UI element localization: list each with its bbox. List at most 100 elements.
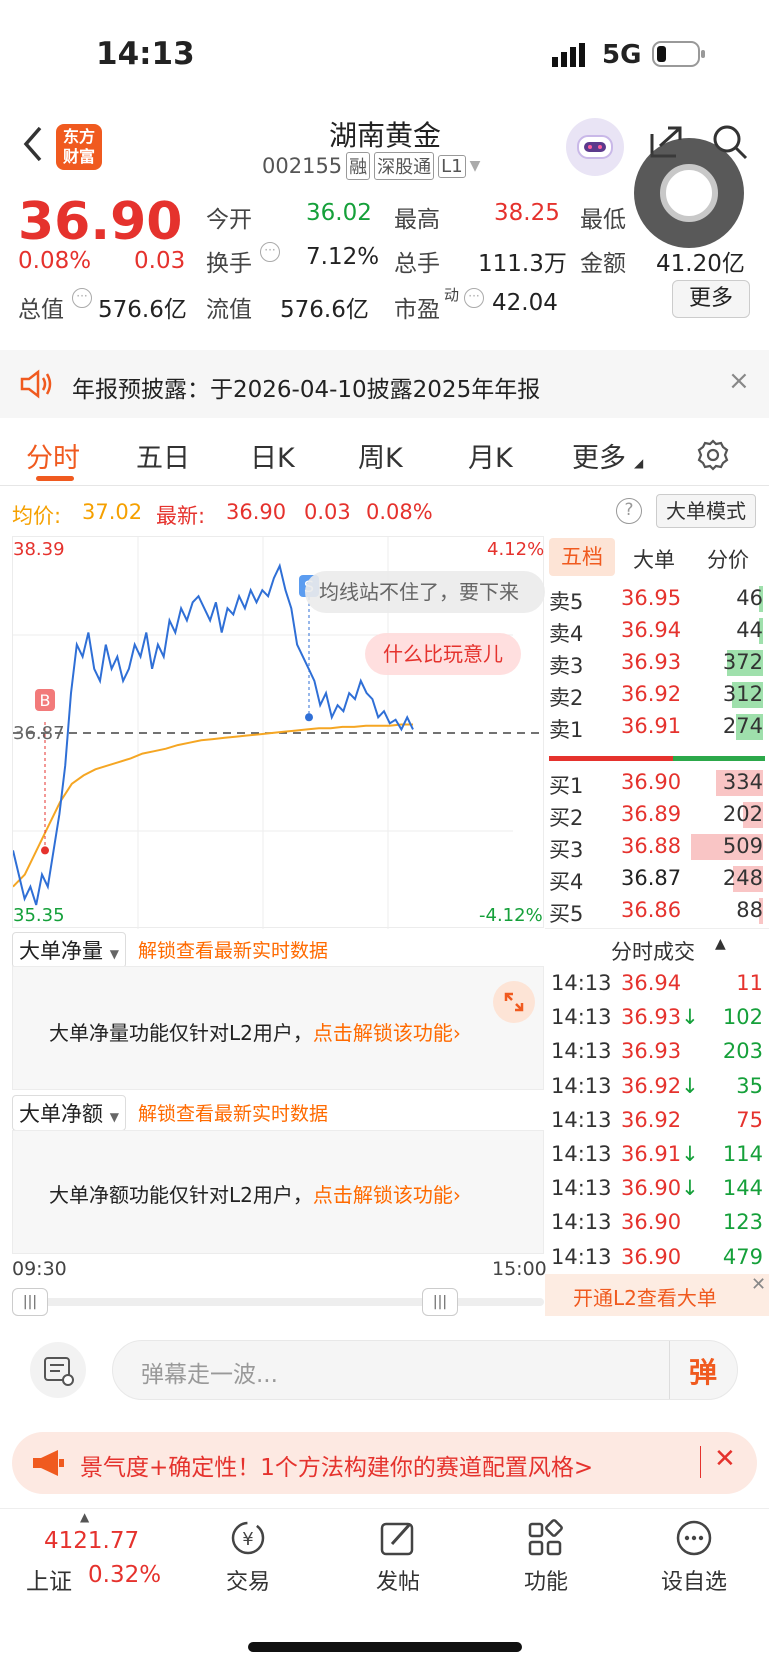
info-icon[interactable]: ··· xyxy=(464,288,484,308)
notice-bar[interactable]: 年报预披露：于2026-04-10披露2025年年报 × xyxy=(0,350,769,418)
chart-tabs: 分时 五日 日K 周K 月K 更多 ◢ xyxy=(0,420,769,486)
level-tag: L1 xyxy=(438,154,466,178)
caret-up-icon[interactable]: ▲ xyxy=(715,936,726,952)
bid-row: 买2 36.89 202 xyxy=(545,800,769,830)
robot-assistant-icon[interactable] xyxy=(566,118,624,176)
tab-weekly-k[interactable]: 周K xyxy=(358,436,403,475)
avg-label: 均价: xyxy=(12,504,62,528)
nav-watchlist[interactable]: 设自选 xyxy=(644,1518,744,1596)
latest-change: 0.03 xyxy=(304,500,351,524)
tick-row: 14:13 36.94 11 xyxy=(545,968,769,1000)
down-arrow-icon: ↓ xyxy=(681,1142,699,1166)
nav-functions[interactable]: 功能 xyxy=(496,1518,596,1596)
speaker-icon xyxy=(18,368,54,400)
ad-banner[interactable]: 景气度+确定性！1个方法构建你的赛道配置风格> ✕ xyxy=(12,1432,757,1494)
tab-daily-k[interactable]: 日K xyxy=(250,436,295,475)
help-icon[interactable]: ? xyxy=(616,498,642,524)
caret-up-icon[interactable]: ▲ xyxy=(80,1510,89,1524)
info-icon[interactable]: ··· xyxy=(72,288,92,308)
level-label: 买1 xyxy=(549,774,584,798)
y-ref-label: 36.87 xyxy=(13,723,65,744)
turnover-value: 7.12% xyxy=(306,244,380,270)
tick-row: 14:13 36.91↓ 114 xyxy=(545,1139,769,1171)
close-icon[interactable]: ✕ xyxy=(714,1444,736,1474)
gear-icon[interactable] xyxy=(696,438,730,472)
lock-message: 大单净额功能仅针对L2用户， xyxy=(49,1183,313,1207)
float-value: 576.6亿 xyxy=(280,297,369,323)
tab-five-day[interactable]: 五日 xyxy=(136,436,190,475)
note-icon[interactable] xyxy=(30,1342,86,1398)
down-arrow-icon: ↓ xyxy=(681,1176,699,1201)
tab-big-order[interactable]: 大单 xyxy=(633,544,675,574)
level-volume: 372 xyxy=(722,650,763,674)
buy-marker-dot xyxy=(41,846,49,855)
latest-label: 最新: xyxy=(156,504,206,528)
send-danmaku-button[interactable]: 弹 xyxy=(689,1351,717,1391)
close-icon[interactable]: × xyxy=(728,366,750,396)
caret-icon: ◢ xyxy=(634,456,644,470)
tick-volume: 144 xyxy=(722,1176,763,1201)
level-volume: 312 xyxy=(722,682,763,706)
tab-monthly-k[interactable]: 月K xyxy=(468,436,513,475)
ticks-title[interactable]: 分时成交 xyxy=(611,936,695,966)
unlock-link[interactable]: 解锁查看最新实时数据 xyxy=(138,1099,328,1126)
turnover-label: 换手 xyxy=(206,251,252,277)
tick-volume: 479 xyxy=(722,1244,763,1269)
big-order-mode-button[interactable]: 大单模式 xyxy=(656,494,756,528)
unlock-action[interactable]: 点击解锁该功能› xyxy=(313,1021,461,1045)
tab-five-level[interactable]: 五档 xyxy=(549,538,615,576)
amount-value: 41.20亿 xyxy=(656,251,745,277)
nav-label: 发帖 xyxy=(375,1570,420,1595)
pe-label: 市盈 xyxy=(394,297,440,323)
level-volume: 334 xyxy=(722,770,763,794)
battery-icon xyxy=(652,40,706,68)
time-range-slider[interactable]: ||| ||| xyxy=(12,1288,544,1316)
x-end-label: 15:00 xyxy=(492,1258,547,1280)
dropdown-label: 大单净额 xyxy=(19,1102,103,1126)
app-logo[interactable]: 东方 财富 xyxy=(56,124,102,170)
tab-more[interactable]: 更多 xyxy=(572,436,626,475)
level-price: 36.91 xyxy=(621,714,682,738)
margin-tag: 融 xyxy=(346,152,371,180)
index-value[interactable]: 4121.77 xyxy=(44,1528,139,1554)
edit-icon xyxy=(380,1522,414,1556)
tick-price: 36.94 xyxy=(621,971,682,995)
level-volume: 44 xyxy=(736,618,763,642)
tab-price-split[interactable]: 分价 xyxy=(707,544,749,574)
lock-message-row: 大单净额功能仅针对L2用户，点击解锁该功能› xyxy=(49,1179,461,1208)
unlock-action[interactable]: 点击解锁该功能› xyxy=(313,1183,461,1207)
order-book-panel: 五档 大单 分价 卖5 36.95 46 卖4 36.94 44 卖3 36.93 372 卖2 3… xyxy=(545,536,769,1316)
open-l2-banner[interactable]: 开通L2查看大单 ✕ xyxy=(545,1274,769,1316)
slider-handle-left[interactable]: ||| xyxy=(12,1288,48,1316)
net-volume-dropdown[interactable]: 大单净量 ▼ xyxy=(12,932,126,968)
active-tab-indicator xyxy=(36,476,74,481)
lock-message: 大单净量功能仅针对L2用户， xyxy=(49,1021,313,1045)
net-amount-dropdown[interactable]: 大单净额 ▼ xyxy=(12,1095,126,1131)
back-icon[interactable] xyxy=(18,122,48,166)
nav-trade[interactable]: ¥ 交易 xyxy=(198,1518,298,1596)
tab-intraday[interactable]: 分时 xyxy=(26,436,80,475)
latest-value: 36.90 xyxy=(226,500,287,524)
intraday-chart[interactable]: BS 38.39 35.35 36.87 4.12% -4.12% 均线站不住了… xyxy=(12,536,545,929)
price-line xyxy=(13,562,414,906)
level-price: 36.94 xyxy=(621,618,682,642)
chevron-down-icon[interactable]: ▼ xyxy=(470,158,481,174)
open-l2-label: 开通L2查看大单 xyxy=(573,1286,717,1310)
net-volume-locked-panel: 大单净量功能仅针对L2用户，点击解锁该功能› xyxy=(12,966,544,1090)
info-icon[interactable]: ··· xyxy=(260,242,280,262)
expand-icon[interactable] xyxy=(493,981,535,1023)
index-name: 上证 xyxy=(26,1569,72,1595)
trade-icon: ¥ xyxy=(231,1521,265,1555)
high-value: 38.25 xyxy=(494,200,560,226)
level-label: 买5 xyxy=(549,902,584,926)
ask-row: 卖5 36.95 46 xyxy=(545,584,769,614)
danmaku-input[interactable]: 弹幕走一波... 弹 xyxy=(112,1340,738,1400)
tick-volume: 102 xyxy=(722,1005,763,1030)
more-button[interactable]: 更多 xyxy=(672,280,750,318)
tick-row: 14:13 36.92↓ 35 xyxy=(545,1071,769,1103)
nav-post[interactable]: 发帖 xyxy=(348,1518,448,1596)
unlock-link[interactable]: 解锁查看最新实时数据 xyxy=(138,936,328,963)
slider-handle-right[interactable]: ||| xyxy=(422,1288,458,1316)
logo-text-bottom: 财富 xyxy=(62,147,95,166)
close-icon[interactable]: ✕ xyxy=(751,1274,766,1295)
